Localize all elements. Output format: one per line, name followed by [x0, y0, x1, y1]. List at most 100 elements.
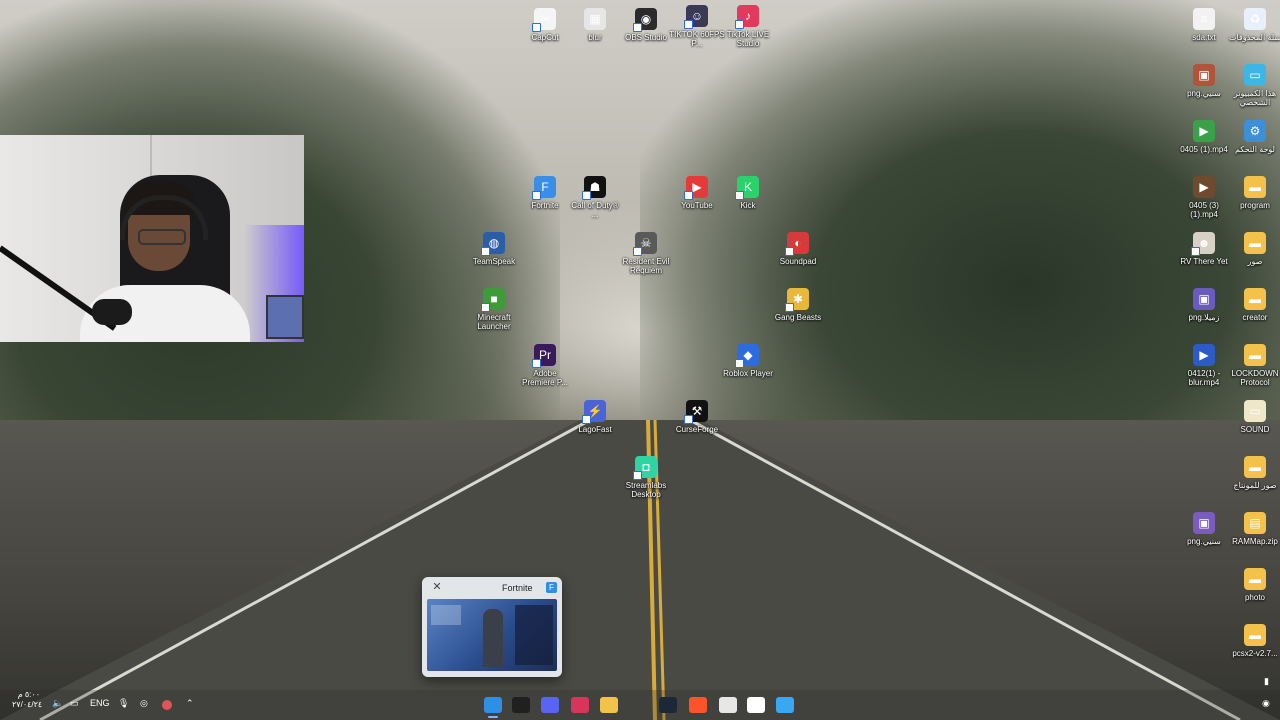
- desktop-icon-label: blur: [588, 33, 602, 42]
- roblox-icon: ◆: [735, 344, 759, 368]
- desktop-icon-label: لوحة التحكم: [1234, 145, 1275, 154]
- desktop-icon-png1[interactable]: ▣ png.سنيي: [1176, 64, 1232, 98]
- desktop-icon-blur[interactable]: ▦ blur: [567, 8, 623, 42]
- curseforge-icon: ⚒: [684, 400, 708, 424]
- desktop-icon-pcsx2[interactable]: ▬ pcsx2-v2.7...: [1227, 624, 1280, 658]
- notifications-icon[interactable]: ◉: [1262, 698, 1270, 709]
- capcut-icon: ✂: [532, 8, 556, 32]
- desktop-icon-label: png.سنيي: [1187, 537, 1221, 546]
- desktop-icon-lockdown[interactable]: ▬ LOCKDOWN Protocol: [1227, 344, 1280, 387]
- photo-icon: ▬: [1244, 568, 1266, 590]
- gang-beasts-icon: ✱: [785, 288, 809, 312]
- desktop-icon-label: صور للمونتاج: [1233, 481, 1277, 490]
- desktop-icon-capcut[interactable]: ✂ CapCut: [517, 8, 573, 42]
- minecraft-icon: ■: [481, 288, 505, 312]
- taskbar-calculator-icon[interactable]: [719, 697, 737, 713]
- network-icon[interactable]: ▭: [70, 698, 79, 709]
- png3-icon: ▣: [1193, 512, 1215, 534]
- desktop-icon-mp4-3[interactable]: ▶ 0405 (3) (1).mp4: [1176, 176, 1232, 219]
- recycle-icon: ♻: [1244, 8, 1266, 30]
- desktop-icon-sda[interactable]: ≡ sda.txt: [1176, 8, 1232, 42]
- desktop-icon-kick[interactable]: K Kick: [720, 176, 776, 210]
- desktop-icon-suwar[interactable]: ▬ صور: [1227, 232, 1280, 266]
- mp4-3-icon: ▶: [1193, 176, 1215, 198]
- desktop-icon-gang-beasts[interactable]: ✱ Gang Beasts: [770, 288, 826, 322]
- shield-icon[interactable]: ◎: [140, 698, 148, 709]
- volume-icon[interactable]: 🔈: [52, 698, 63, 709]
- desktop-icon-label: LagoFast: [578, 425, 612, 434]
- desktop-icon-mp4-1[interactable]: ▶ 0405 (1).mp4: [1176, 120, 1232, 154]
- preview-thumbnail[interactable]: [427, 599, 557, 671]
- program-icon: ▬: [1244, 176, 1266, 198]
- desktop-icon-label: Kick: [740, 201, 756, 210]
- pcsx2-icon: ▬: [1244, 624, 1266, 646]
- desktop-icon-blur-mp4[interactable]: ▶ 0412(1) - blur.mp4: [1176, 344, 1232, 387]
- desktop-icon-recycle[interactable]: ♻ سلة المحذوفات: [1227, 8, 1280, 42]
- desktop-icon-control[interactable]: ⚙ لوحة التحكم: [1227, 120, 1280, 154]
- desktop-icon-rammap[interactable]: ▤ RAMMap.zip: [1227, 512, 1280, 546]
- desktop-icon-png3[interactable]: ▣ png.سنيي: [1176, 512, 1232, 546]
- preview-title: Fortnite: [502, 583, 533, 593]
- recording-icon[interactable]: [162, 700, 172, 710]
- mp4-1-icon: ▶: [1193, 120, 1215, 142]
- taskbar-obs-icon[interactable]: [512, 697, 530, 713]
- desktop-icon-label: Soundpad: [779, 257, 817, 266]
- desktop-icon-streamlabs[interactable]: ◘ Streamlabs Desktop: [618, 456, 674, 499]
- montage-icon: ▬: [1244, 456, 1266, 478]
- desktop-icon-creator[interactable]: ▬ creator: [1227, 288, 1280, 322]
- chevron-up-icon[interactable]: ⌃: [186, 698, 194, 709]
- desktop-icon-label: sda.txt: [1192, 33, 1216, 42]
- obs-icon: ◉: [633, 8, 657, 32]
- desktop-icon-label: 0412(1) - blur.mp4: [1187, 369, 1221, 387]
- microphone-small-icon: ▮: [1264, 676, 1269, 686]
- taskbar-files-icon[interactable]: [600, 697, 618, 713]
- taskbar-steam-icon[interactable]: [659, 697, 677, 713]
- desktop-icon-obs[interactable]: ◉ OBS Studio: [618, 8, 674, 42]
- desktop-icon-lagofast[interactable]: ⚡ LagoFast: [567, 400, 623, 434]
- language-indicator[interactable]: ENG: [90, 698, 110, 708]
- png1-icon: ▣: [1193, 64, 1215, 86]
- taskbar-search-icon[interactable]: [747, 697, 765, 713]
- sound-icon: ▭: [1244, 400, 1266, 422]
- desktop-icon-my-pc[interactable]: ▭ هذا الكمبيوتر الشخصي: [1227, 64, 1280, 107]
- desktop-icon-label: YouTube: [681, 201, 713, 210]
- desktop-icon-fortnite[interactable]: F Fortnite: [517, 176, 573, 210]
- taskbar-brave-icon[interactable]: [689, 697, 707, 713]
- desktop-icon-re-requiem[interactable]: ☠ Resident Evil Requiem: [618, 232, 674, 275]
- desktop-icon-montage[interactable]: ▬ صور للمونتاج: [1227, 456, 1280, 490]
- desktop-icon-rv-there[interactable]: ☻ RV There Yet: [1176, 232, 1232, 266]
- desktop-icon-roblox[interactable]: ◆ Roblox Player: [720, 344, 776, 378]
- rv-there-icon: ☻: [1191, 232, 1215, 256]
- desktop-icon-png2[interactable]: ▣ png.زميلا: [1176, 288, 1232, 322]
- taskbar-start-icon[interactable]: [776, 697, 794, 713]
- taskbar-voicemod-icon[interactable]: [571, 697, 589, 713]
- cod-icon: ☗: [582, 176, 606, 200]
- blur-icon: ▦: [584, 8, 606, 30]
- close-icon[interactable]: ✕: [430, 580, 444, 594]
- microphone: [92, 299, 132, 325]
- desktop-icon-program[interactable]: ▬ program: [1227, 176, 1280, 210]
- desktop-icon-photo[interactable]: ▬ photo: [1227, 568, 1280, 602]
- desktop-icon-minecraft[interactable]: ■ Minecraft Launcher: [466, 288, 522, 331]
- teamspeak-icon: ◍: [481, 232, 505, 256]
- desktop-icon-sound[interactable]: ▭ SOUND: [1227, 400, 1280, 434]
- desktop-icon-teamspeak[interactable]: ◍ TeamSpeak: [466, 232, 522, 266]
- taskbar-fortnite-icon[interactable]: [484, 697, 502, 718]
- desktop-icon-label: RAMMap.zip: [1232, 537, 1278, 546]
- microphone-icon[interactable]: 🎙: [118, 698, 129, 709]
- taskbar-discord-icon[interactable]: [541, 697, 559, 713]
- desktop-icon-label: LOCKDOWN Protocol: [1231, 369, 1279, 387]
- desktop-icon-tiktok-spam[interactable]: ☺ TIKTOK 60FPS P...: [669, 5, 725, 48]
- premiere-icon: Pr: [532, 344, 556, 368]
- system-clock[interactable]: ٥:٠٠ م ٢٧/٠٤/٢٤: [12, 690, 42, 710]
- suwar-icon: ▬: [1244, 232, 1266, 254]
- desktop-icon-soundpad[interactable]: ◐ Soundpad: [770, 232, 826, 266]
- desktop-icon-tiktok-live[interactable]: ♪ TikTok LIVE Studio: [720, 5, 776, 48]
- taskbar: ⌃ ◎ 🎙 ENG ▭ 🔈 ◉ ▮: [0, 676, 1280, 720]
- desktop-icon-cod[interactable]: ☗ Call of Duty® ...: [567, 176, 623, 219]
- desktop-icon-label: TikTok LIVE Studio: [726, 30, 770, 48]
- desktop-icon-curseforge[interactable]: ⚒ CurseForge: [669, 400, 725, 434]
- taskbar-thumbnail-preview[interactable]: ✕ Fortnite F: [422, 577, 562, 677]
- desktop-icon-premiere[interactable]: Pr Adobe Premiere P...: [517, 344, 573, 387]
- desktop-icon-youtube[interactable]: ▶ YouTube: [669, 176, 725, 210]
